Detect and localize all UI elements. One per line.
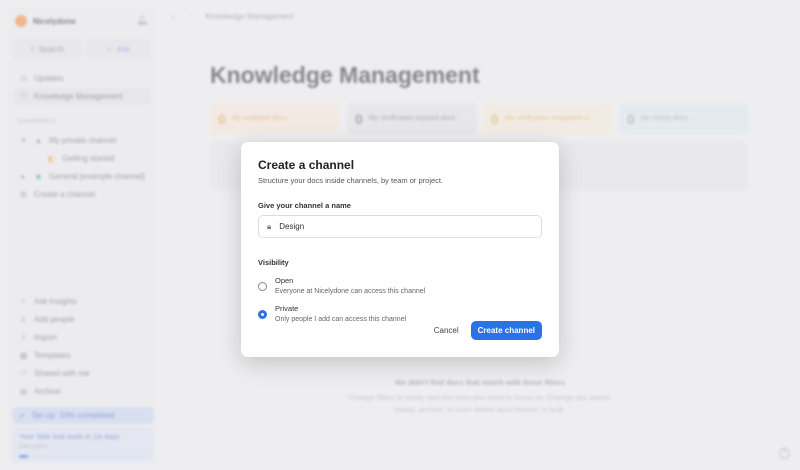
modal-title: Create a channel [258,158,355,172]
ask-label: Ask [116,44,131,54]
lock-icon: 🔒︎ [267,221,272,231]
label: My verification requested d... [504,115,595,122]
back-icon[interactable]: ‹ [172,12,175,21]
label: Shared with me [34,369,90,378]
ask-insights[interactable]: ✧ Ask Insights [13,293,151,310]
caret-icon: ▾ [21,136,26,145]
channel-icon: ◆ [35,172,42,181]
search-button[interactable]: ⌕ Search [12,38,82,60]
lock-icon: 🔒︎ [36,135,41,145]
option-title: Private [275,304,299,313]
sparkle-icon: ✧ [20,297,27,306]
label: Knowledge Management [34,92,123,101]
breadcrumb: ‹ › Knowledge Management [172,12,294,21]
user-icon: ♙ [19,315,28,324]
name-label: Give your channel a name [258,201,351,210]
users-icon: ⚇ [19,369,28,378]
card-outdated[interactable]: 0 My outdated docs [210,103,340,134]
modal-subtitle: Structure your docs inside channels, by … [258,176,444,185]
channels-header: CHANNELS [18,119,58,125]
option-desc: Only people I add can access this channe… [275,316,407,323]
sidebar-item-knowledge[interactable]: ⛉ Knowledge Management [13,88,151,105]
label: Add people [34,315,75,324]
ask-button[interactable]: ✧ Ask [85,38,151,60]
caret-icon: ▸ [21,172,26,181]
label: My verification expired docs [368,115,456,122]
see-plans-link[interactable]: See plans [19,443,147,450]
count: 0 [218,110,226,127]
option-title: Open [275,276,294,285]
card-empty[interactable]: 0 My empty docs [619,103,749,134]
workspace-brand[interactable]: Nicelydone [15,15,76,27]
visibility-open[interactable]: Open Everyone at Nicelydone can access th… [258,276,542,295]
templates-icon: ▦ [19,351,28,360]
label: Import [34,333,57,342]
label: My empty docs [640,115,688,122]
channel-private[interactable]: ▾ 🔒︎ My private channel [13,132,151,149]
empty-state: We didn't find docs that match with thes… [340,378,620,416]
plus-square-icon: ⊞ [20,190,27,199]
label: Updates [34,74,64,83]
channel-general[interactable]: ▸ ◆ General [example channel] [13,168,151,185]
label: General [example channel] [49,172,145,181]
option-desc: Everyone at Nicelydone can access this c… [275,288,426,295]
create-channel-link[interactable]: ⊞ Create a channel [13,186,151,203]
trial-text: Your Slite trial ends in 14 days [19,432,120,441]
trial-progress-fill [19,455,28,458]
rocket-icon: ➶ [19,411,26,420]
label: Getting started [62,154,115,163]
shield-icon: ⛉ [20,91,27,101]
visibility-label: Visibility [258,258,289,267]
bell-icon[interactable]: 🔔︎ [137,15,148,26]
doc-getting-started[interactable]: ◧ Getting started [13,150,151,167]
clock-icon: ◷ [20,74,27,83]
create-channel-button[interactable]: Create channel [470,321,542,340]
doc-emoji-icon: ◧ [47,154,56,163]
sparkle-icon: ✧ [105,44,113,54]
label: Templates [34,351,71,360]
empty-title: We didn't find docs that match with thes… [395,378,565,387]
radio-private[interactable] [258,310,267,319]
archive[interactable]: ▤ Archive [13,383,151,400]
import[interactable]: ⇩ Import [13,329,151,346]
channel-name-input[interactable]: 🔒︎ Design [258,215,542,238]
cancel-button[interactable]: Cancel [434,326,459,335]
radio-open[interactable] [258,282,267,291]
sidebar-item-updates[interactable]: ◷ Updates [13,70,151,87]
card-verification-expired[interactable]: 0 My verification expired docs [347,103,477,134]
templates[interactable]: ▦ Templates [13,347,151,364]
label: My private channel [49,136,117,145]
label: My outdated docs [231,115,288,122]
count: 0 [491,110,499,127]
sidebar: Nicelydone 🔔︎ ⌕ Search ✧ Ask ◷ Updates ⛉ Kno… [5,5,158,463]
trial-progress [19,455,147,458]
breadcrumb-item[interactable]: Knowledge Management [205,12,294,21]
page-title: Knowledge Management [210,62,480,88]
brand-name: Nicelydone [33,16,76,26]
label: Create a channel [34,190,95,199]
shared-with-me[interactable]: ⚇ Shared with me [13,365,151,382]
forward-icon[interactable]: › [189,12,192,21]
import-icon: ⇩ [20,333,27,342]
trial-banner[interactable]: Your Slite trial ends in 14 days See plan… [12,427,154,463]
count: 0 [627,110,635,127]
archive-icon: ▤ [19,387,28,396]
card-verification-requested[interactable]: 0 My verification requested d... [483,103,613,134]
label: Ask Insights [34,297,78,306]
empty-text: Change filters to easily spot the ones y… [348,393,612,414]
label: Archive [34,387,61,396]
help-icon[interactable]: ? [779,448,790,459]
label: Set up: 33% completed [31,411,115,420]
search-label: Search [38,44,64,54]
search-icon: ⌕ [30,44,35,53]
setup-progress[interactable]: ➶ Set up: 33% completed [12,407,154,424]
create-channel-modal: Create a channel Structure your docs ins… [241,142,559,357]
count: 0 [355,110,363,127]
input-value: Design [279,222,305,231]
add-people[interactable]: ♙ Add people [13,311,151,328]
logo-icon [15,15,27,27]
